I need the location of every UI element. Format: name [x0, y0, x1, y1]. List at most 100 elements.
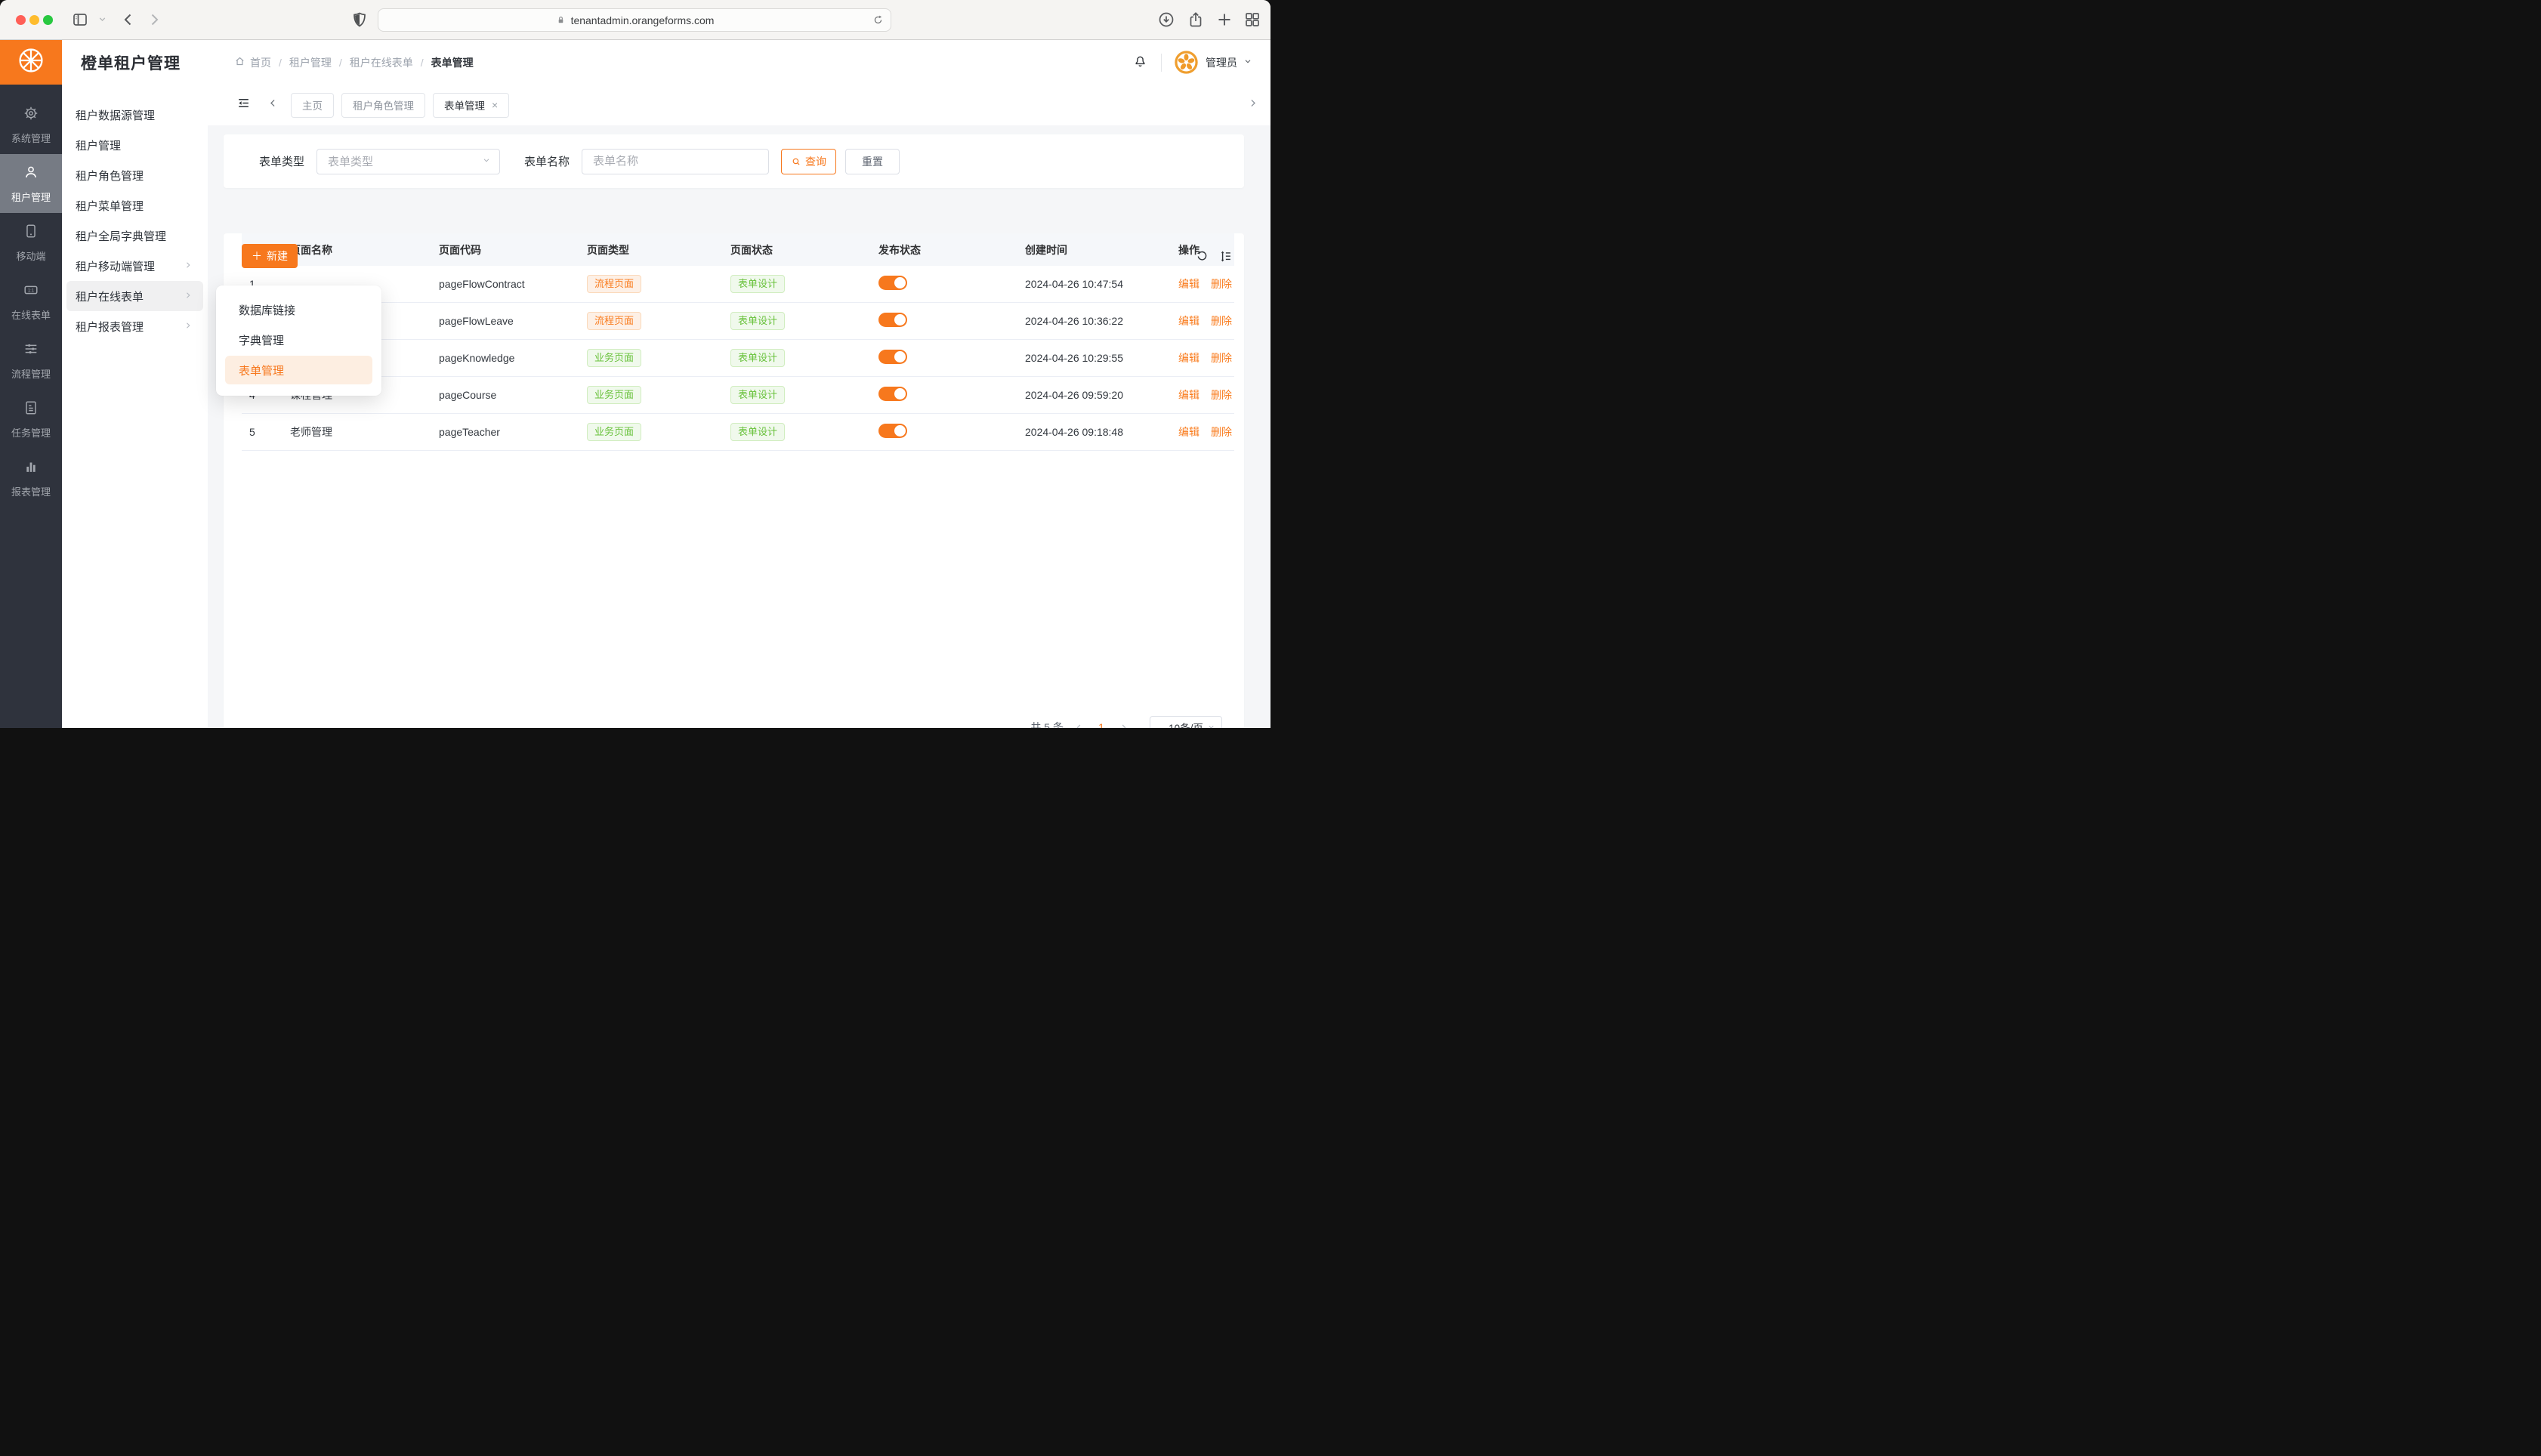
breadcrumb-separator: /	[339, 57, 342, 69]
cell-publish-status	[871, 387, 1017, 403]
edit-link[interactable]: 编辑	[1178, 315, 1199, 327]
rail-item-flow[interactable]: 流程管理	[0, 331, 62, 390]
delete-link[interactable]: 删除	[1211, 278, 1232, 290]
cell-page-code: pageCourse	[431, 389, 579, 401]
page-size-select[interactable]: 10条/页	[1150, 716, 1222, 728]
rail-item-task[interactable]: 任务管理	[0, 390, 62, 449]
cell-publish-status	[871, 350, 1017, 366]
sidebar-item-dict[interactable]: 租户全局字典管理	[66, 221, 203, 251]
sidebar-item-report-mgmt[interactable]: 租户报表管理	[66, 311, 203, 341]
page-type-tag: 业务页面	[587, 349, 641, 367]
tab-strip: 主页 租户角色管理 表单管理×	[208, 85, 1270, 125]
sidebar-item-online-form[interactable]: 租户在线表单	[66, 281, 203, 311]
flyout-item-dict-mgmt[interactable]: 字典管理	[216, 325, 381, 355]
url-bar[interactable]: tenantadmin.orangeforms.com	[378, 8, 891, 32]
delete-link[interactable]: 删除	[1211, 315, 1232, 327]
cell-page-code: pageFlowLeave	[431, 315, 579, 327]
cell-created-time: 2024-04-26 10:36:22	[1017, 315, 1171, 327]
cell-page-type: 业务页面	[579, 423, 723, 441]
traffic-close-button[interactable]	[16, 15, 26, 25]
delete-link[interactable]: 删除	[1211, 389, 1232, 401]
breadcrumb-item[interactable]: 租户管理	[289, 55, 332, 70]
new-tab-icon[interactable]	[1215, 11, 1233, 29]
cell-publish-status	[871, 424, 1017, 440]
page-type-tag: 业务页面	[587, 386, 641, 404]
cell-page-status: 表单设计	[723, 349, 871, 367]
edit-link[interactable]: 编辑	[1178, 278, 1199, 290]
row-density-icon[interactable]	[1219, 250, 1232, 267]
new-button[interactable]: ＋ 新建	[242, 244, 298, 268]
publish-toggle[interactable]	[878, 350, 907, 364]
edit-link[interactable]: 编辑	[1178, 426, 1199, 438]
download-icon[interactable]	[1157, 11, 1175, 29]
sidebar-toggle-icon[interactable]	[71, 11, 89, 29]
form-type-select[interactable]: 表单类型	[316, 149, 500, 174]
publish-toggle[interactable]	[878, 276, 907, 290]
tab-tenant-role[interactable]: 租户角色管理	[341, 93, 425, 118]
rail-item-report[interactable]: 报表管理	[0, 449, 62, 507]
forward-button[interactable]	[145, 11, 163, 29]
breadcrumb-item[interactable]: 租户在线表单	[350, 55, 413, 70]
tabs-scroll-right-icon[interactable]	[1247, 97, 1258, 113]
sidebar-item-tenant[interactable]: 租户管理	[66, 130, 203, 160]
publish-toggle[interactable]	[878, 387, 907, 401]
cell-created-time: 2024-04-26 09:59:20	[1017, 389, 1171, 401]
cell-actions: 编辑删除	[1171, 387, 1234, 403]
share-icon[interactable]	[1187, 11, 1205, 29]
sliders-icon	[23, 341, 39, 361]
delete-link[interactable]: 删除	[1211, 352, 1232, 364]
tab-overview-icon[interactable]	[1243, 11, 1261, 29]
total-count: 共 5 条	[1030, 720, 1064, 728]
tab-form-mgmt[interactable]: 表单管理×	[433, 93, 509, 118]
query-button[interactable]: 查询	[781, 149, 836, 174]
flyout-item-database-link[interactable]: 数据库链接	[216, 295, 381, 325]
close-tab-icon[interactable]: ×	[492, 99, 498, 111]
collapse-menu-icon[interactable]	[236, 96, 251, 114]
page-type-tag: 业务页面	[587, 423, 641, 441]
table-header: 序号 页面名称 页面代码 页面类型 页面状态 发布状态 创建时间 操作	[242, 233, 1234, 266]
back-button[interactable]	[119, 11, 137, 29]
notification-bell-icon[interactable]	[1132, 53, 1148, 72]
traffic-minimize-button[interactable]	[29, 15, 39, 25]
refresh-icon[interactable]	[1196, 250, 1209, 267]
traffic-zoom-button[interactable]	[43, 15, 53, 25]
rail-item-system[interactable]: 系统管理	[0, 95, 62, 154]
avatar[interactable]	[1175, 51, 1198, 74]
rail-item-mobile[interactable]: 移动端	[0, 213, 62, 272]
cell-page-status: 表单设计	[723, 312, 871, 330]
edit-link[interactable]: 编辑	[1178, 352, 1199, 364]
rail-item-online-form[interactable]: 1:1 在线表单	[0, 272, 62, 331]
table-body: 1 pageFlowContract 流程页面 表单设计 2024-04-26 …	[242, 266, 1234, 451]
prev-page-icon[interactable]	[1074, 723, 1084, 729]
cell-page-type: 业务页面	[579, 386, 723, 404]
citrus-logo-icon	[15, 45, 47, 80]
form-name-input[interactable]	[582, 149, 769, 174]
shield-icon[interactable]	[350, 11, 369, 29]
pagination: 共 5 条 1 10条/页	[1030, 716, 1222, 728]
tab-home[interactable]: 主页	[291, 93, 334, 118]
home-icon	[234, 56, 245, 69]
chevron-down-icon[interactable]	[97, 14, 107, 24]
user-chevron-down-icon[interactable]	[1243, 56, 1252, 69]
rail-item-tenant[interactable]: 租户管理	[0, 154, 62, 213]
tabs-scroll-left-icon[interactable]	[267, 97, 279, 113]
cell-actions: 编辑删除	[1171, 276, 1234, 292]
next-page-icon[interactable]	[1119, 723, 1128, 729]
user-menu[interactable]: 管理员	[1206, 55, 1237, 70]
delete-link[interactable]: 删除	[1211, 426, 1232, 438]
publish-toggle[interactable]	[878, 424, 907, 438]
sidebar-item-mobile-mgmt[interactable]: 租户移动端管理	[66, 251, 203, 281]
form-ratio-icon: 1:1	[23, 282, 39, 302]
chevron-right-icon	[184, 320, 193, 333]
sidebar-item-menu[interactable]: 租户菜单管理	[66, 190, 203, 221]
current-page[interactable]: 1	[1095, 721, 1108, 728]
sidebar-item-role[interactable]: 租户角色管理	[66, 160, 203, 190]
edit-link[interactable]: 编辑	[1178, 389, 1199, 401]
filter-bar: 表单类型 表单类型 表单名称 查询 重置	[224, 134, 1244, 188]
flyout-item-form-mgmt[interactable]: 表单管理	[225, 356, 372, 384]
reset-button[interactable]: 重置	[845, 149, 900, 174]
publish-toggle[interactable]	[878, 313, 907, 327]
breadcrumb-home[interactable]: 首页	[234, 55, 271, 70]
reload-icon[interactable]	[872, 14, 884, 26]
sidebar-item-datasource[interactable]: 租户数据源管理	[66, 100, 203, 130]
